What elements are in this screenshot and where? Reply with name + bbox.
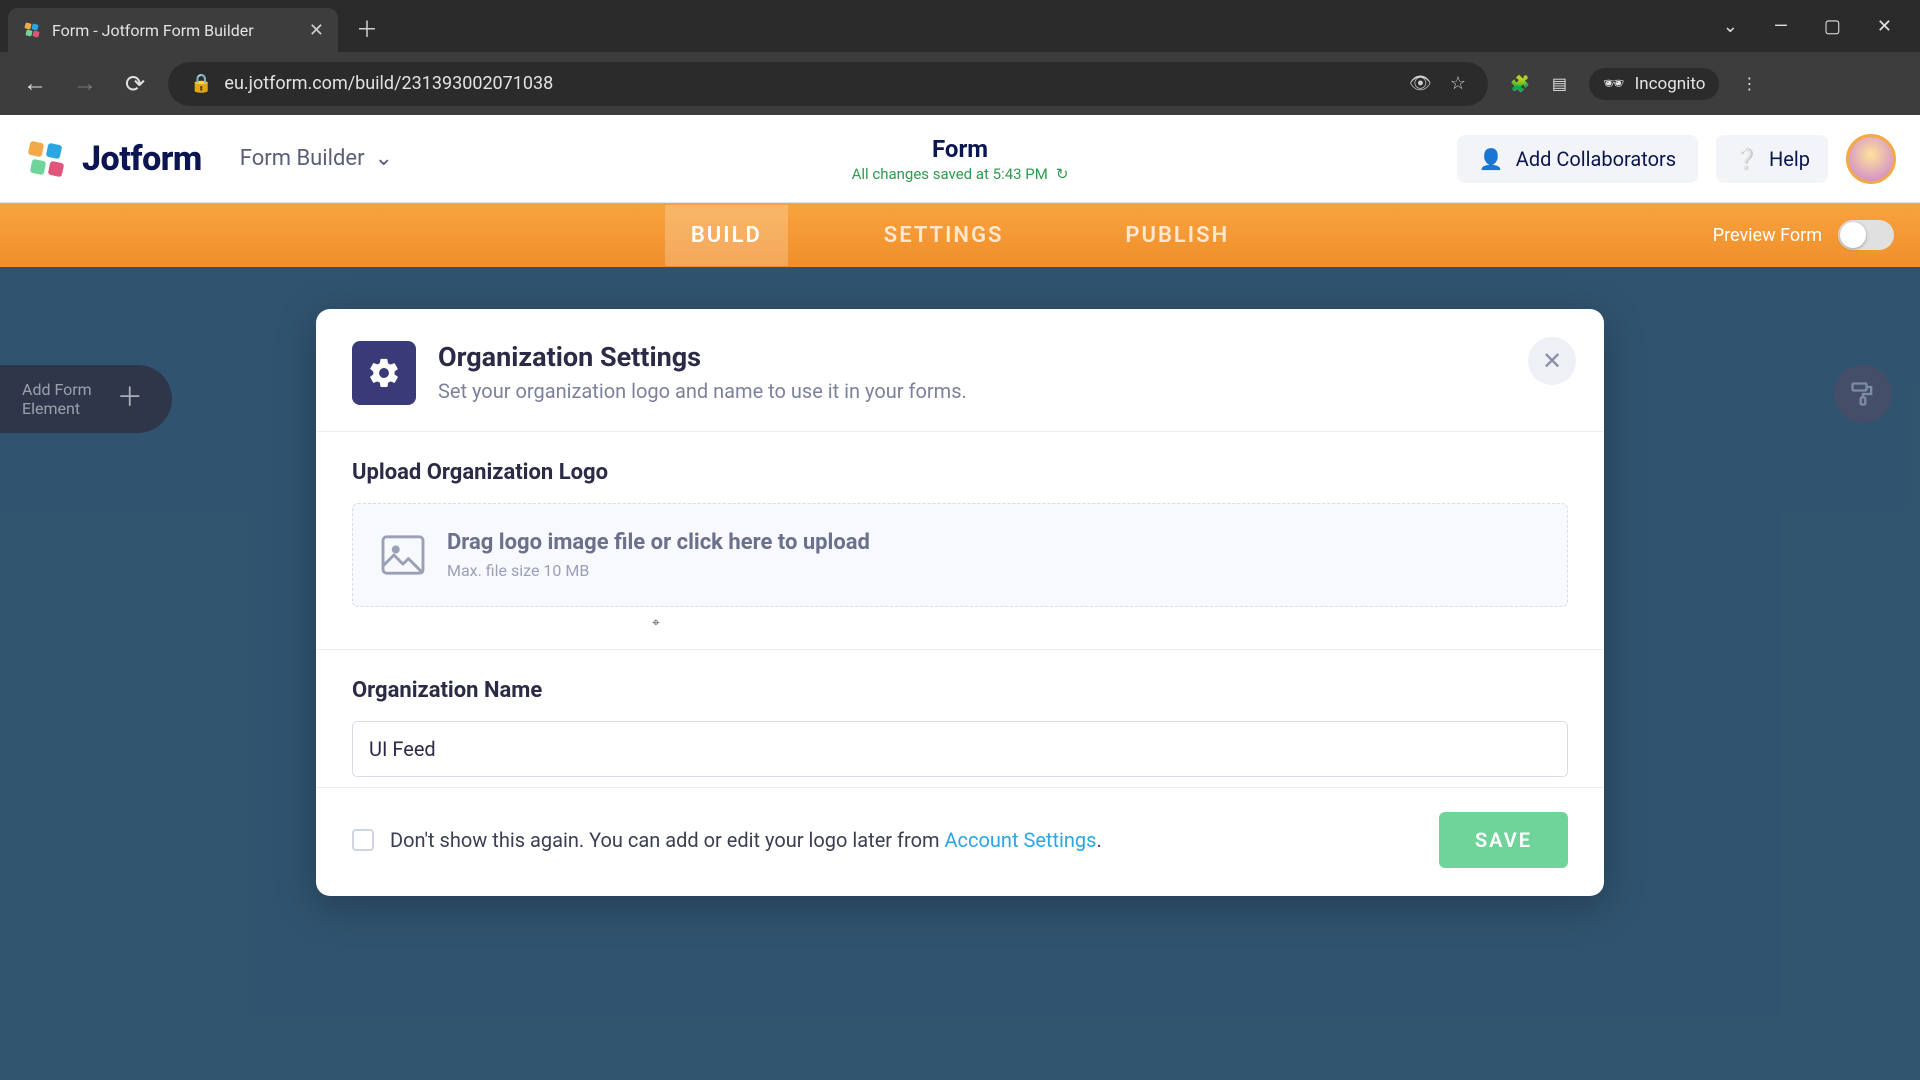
organization-name-input[interactable] — [352, 721, 1568, 777]
jotform-logo-icon — [24, 137, 68, 181]
modal-close-button[interactable]: ✕ — [1528, 337, 1576, 385]
save-button[interactable]: SAVE — [1439, 812, 1568, 868]
tab-title: Form - Jotform Form Builder — [52, 21, 299, 40]
maximize-icon[interactable]: ▢ — [1824, 16, 1841, 37]
dont-show-text: Don't show this again. You can add or ed… — [390, 828, 1102, 852]
eye-off-icon[interactable]: 👁 — [1409, 73, 1432, 94]
upload-logo-dropzone[interactable]: Drag logo image file or click here to up… — [352, 503, 1568, 607]
form-title[interactable]: Form — [932, 135, 988, 163]
dont-show-prefix: Don't show this again. You can add or ed… — [390, 828, 944, 852]
builder-tabs: BUILD SETTINGS PUBLISH Preview Form — [0, 203, 1920, 267]
side-panel-icon[interactable]: ▤ — [1552, 74, 1567, 93]
minimize-icon[interactable]: ― — [1774, 16, 1788, 37]
save-status: All changes saved at 5:43 PM ↻ — [852, 165, 1069, 183]
organization-settings-modal: Organization Settings Set your organizat… — [316, 309, 1604, 896]
new-tab-button[interactable]: ＋ — [346, 4, 388, 52]
tab-strip: Form - Jotform Form Builder ✕ ＋ ⌄ ― ▢ ✕ — [0, 0, 1920, 52]
dont-show-again-checkbox[interactable] — [352, 829, 374, 851]
lock-icon: 🔒 — [190, 73, 212, 94]
builder-label: Form Builder — [240, 146, 365, 171]
tab-search-icon[interactable]: ⌄ — [1723, 16, 1738, 37]
back-button[interactable]: ← — [18, 69, 52, 98]
modal-title: Organization Settings — [438, 341, 967, 373]
modal-body: Upload Organization Logo Drag logo image… — [316, 432, 1604, 787]
app-header: Jotform Form Builder ⌄ Form All changes … — [0, 115, 1920, 203]
url-text: eu.jotform.com/build/231393002071038 — [224, 73, 553, 94]
browser-tab[interactable]: Form - Jotform Form Builder ✕ — [8, 8, 338, 52]
browser-menu-icon[interactable]: ⋮ — [1741, 74, 1757, 93]
tab-settings[interactable]: SETTINGS — [858, 205, 1030, 266]
help-label: Help — [1769, 147, 1810, 171]
header-right: 👤 Add Collaborators ❔ Help — [1457, 134, 1896, 184]
tab-publish[interactable]: PUBLISH — [1099, 205, 1255, 266]
org-name-label: Organization Name — [352, 678, 1568, 703]
account-settings-link[interactable]: Account Settings — [944, 828, 1096, 852]
logo-text: Jotform — [82, 139, 202, 179]
modal-footer: Don't show this again. You can add or ed… — [316, 787, 1604, 896]
upload-hint: Max. file size 10 MB — [447, 561, 870, 580]
toggle-switch[interactable] — [1838, 220, 1894, 250]
cursor-indicator: ⌖ — [352, 615, 1568, 631]
preview-form-toggle[interactable]: Preview Form — [1713, 220, 1894, 250]
tab-build[interactable]: BUILD — [665, 205, 788, 266]
incognito-label: Incognito — [1635, 74, 1706, 94]
incognito-icon: 🕶 — [1603, 74, 1625, 94]
save-status-text: All changes saved at 5:43 PM — [852, 165, 1048, 183]
person-add-icon: 👤 — [1479, 147, 1504, 171]
user-avatar[interactable] — [1846, 134, 1896, 184]
address-row: ← → ⟳ 🔒 eu.jotform.com/build/23139300207… — [0, 52, 1920, 115]
close-window-icon[interactable]: ✕ — [1877, 16, 1892, 37]
history-icon[interactable]: ↻ — [1056, 165, 1069, 183]
gear-icon — [352, 341, 416, 405]
window-controls: ⌄ ― ▢ ✕ — [1695, 0, 1920, 52]
extensions-icon[interactable]: 🧩 — [1510, 74, 1530, 93]
app-viewport: Jotform Form Builder ⌄ Form All changes … — [0, 115, 1920, 1080]
chevron-down-icon: ⌄ — [375, 146, 393, 171]
reload-button[interactable]: ⟳ — [118, 70, 152, 98]
image-icon — [381, 535, 425, 575]
jotform-favicon-icon — [22, 20, 42, 40]
address-bar[interactable]: 🔒 eu.jotform.com/build/231393002071038 👁… — [168, 62, 1488, 106]
divider — [316, 649, 1604, 650]
upload-text: Drag logo image file or click here to up… — [447, 530, 870, 580]
close-icon: ✕ — [1542, 347, 1562, 375]
browser-chrome: Form - Jotform Form Builder ✕ ＋ ⌄ ― ▢ ✕ … — [0, 0, 1920, 115]
browser-toolbar-right: 🧩 ▤ 🕶 Incognito ⋮ — [1510, 68, 1757, 100]
logo[interactable]: Jotform — [24, 137, 202, 181]
close-tab-icon[interactable]: ✕ — [309, 20, 324, 41]
add-collaborators-button[interactable]: 👤 Add Collaborators — [1457, 135, 1698, 183]
modal-title-block: Organization Settings Set your organizat… — [438, 341, 967, 403]
help-button[interactable]: ❔ Help — [1716, 135, 1828, 183]
toggle-knob — [1840, 222, 1866, 248]
address-bar-actions: 👁 ☆ — [1409, 73, 1466, 94]
upload-prompt: Drag logo image file or click here to up… — [447, 530, 870, 555]
help-icon: ❔ — [1734, 147, 1759, 171]
header-center: Form All changes saved at 5:43 PM ↻ — [852, 115, 1069, 203]
bookmark-icon[interactable]: ☆ — [1450, 73, 1466, 94]
builder-dropdown[interactable]: Form Builder ⌄ — [240, 146, 393, 171]
collab-label: Add Collaborators — [1516, 147, 1676, 171]
forward-button[interactable]: → — [68, 69, 102, 98]
dont-show-suffix: . — [1096, 828, 1101, 852]
canvas: Add Form Element ＋ Organization Settings… — [0, 267, 1920, 1080]
preview-label: Preview Form — [1713, 225, 1822, 246]
modal-header: Organization Settings Set your organizat… — [316, 309, 1604, 432]
upload-section-label: Upload Organization Logo — [352, 460, 1568, 485]
modal-subtitle: Set your organization logo and name to u… — [438, 379, 967, 403]
incognito-badge[interactable]: 🕶 Incognito — [1589, 68, 1719, 100]
